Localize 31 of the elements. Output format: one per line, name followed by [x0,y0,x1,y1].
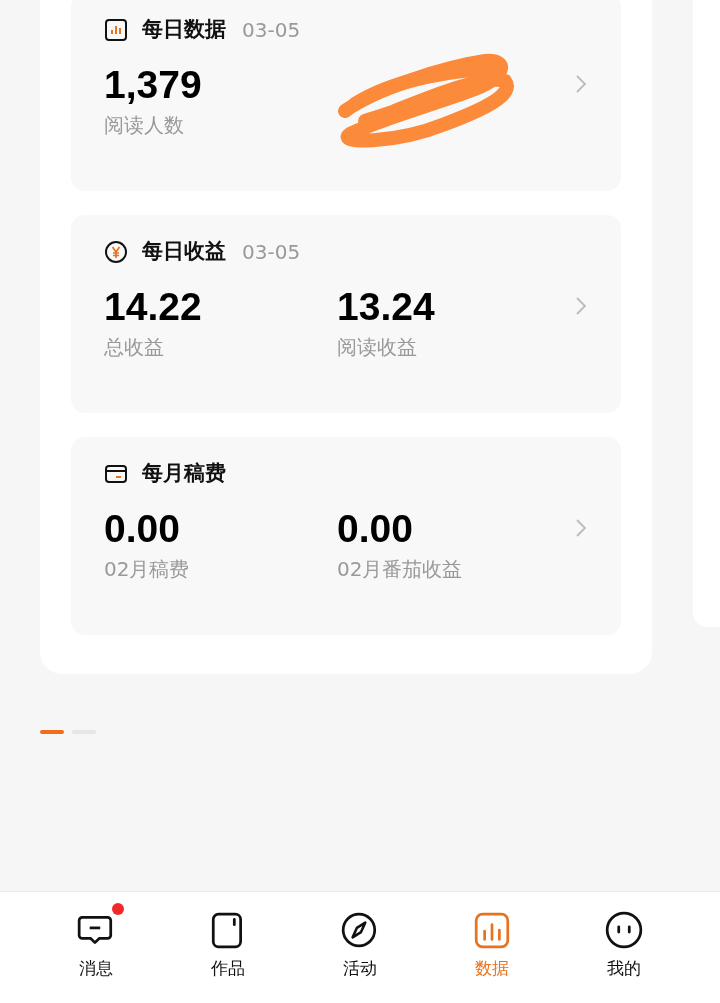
card-title: 每月稿费 [142,460,226,488]
chevron-icon [576,519,586,537]
metric-label: 阅读人数 [104,112,185,139]
metric-label: 总收益 [104,334,165,361]
metric-label: 02月稿费 [104,556,191,583]
nav-tab[interactable]: 我的 [558,892,690,1003]
metric-label: 02月番茄收益 [337,556,464,583]
stat-card[interactable]: 每日收益 03-05 14.22 总收益 13.24 阅读收益 [71,215,621,413]
chart-icon [104,18,128,42]
stat-card[interactable]: 每月稿费 0.00 02月稿费 0.00 02月番茄收益 [71,437,621,635]
metric-label: 阅读收益 [337,334,418,361]
metric-value: 13.24 [337,285,436,329]
card-title: 每日数据 [142,16,226,44]
chevron-icon [576,297,586,315]
date-label: 03-05 [242,239,301,266]
stat-card[interactable]: 每日数据 03-05 1,379 阅读人数 [71,0,621,191]
nav-tab[interactable]: 消息 [30,892,162,1003]
card-title: 每日收益 [142,238,226,266]
wallet-icon [104,462,128,486]
chevron-icon [576,75,586,93]
metric-value: 0.00 [104,507,181,551]
yen-icon [104,240,128,264]
nav-tab[interactable]: 活动 [294,892,426,1003]
metric-value: 0.00 [337,507,414,551]
nav-tab[interactable]: 作品 [162,892,294,1003]
page-indicator[interactable] [40,730,64,734]
metric-value: 14.22 [104,285,203,329]
metric-value: 1,379 [104,63,203,107]
date-label: 03-05 [242,17,301,44]
face-icon [604,910,644,950]
chart-icon [472,910,512,950]
